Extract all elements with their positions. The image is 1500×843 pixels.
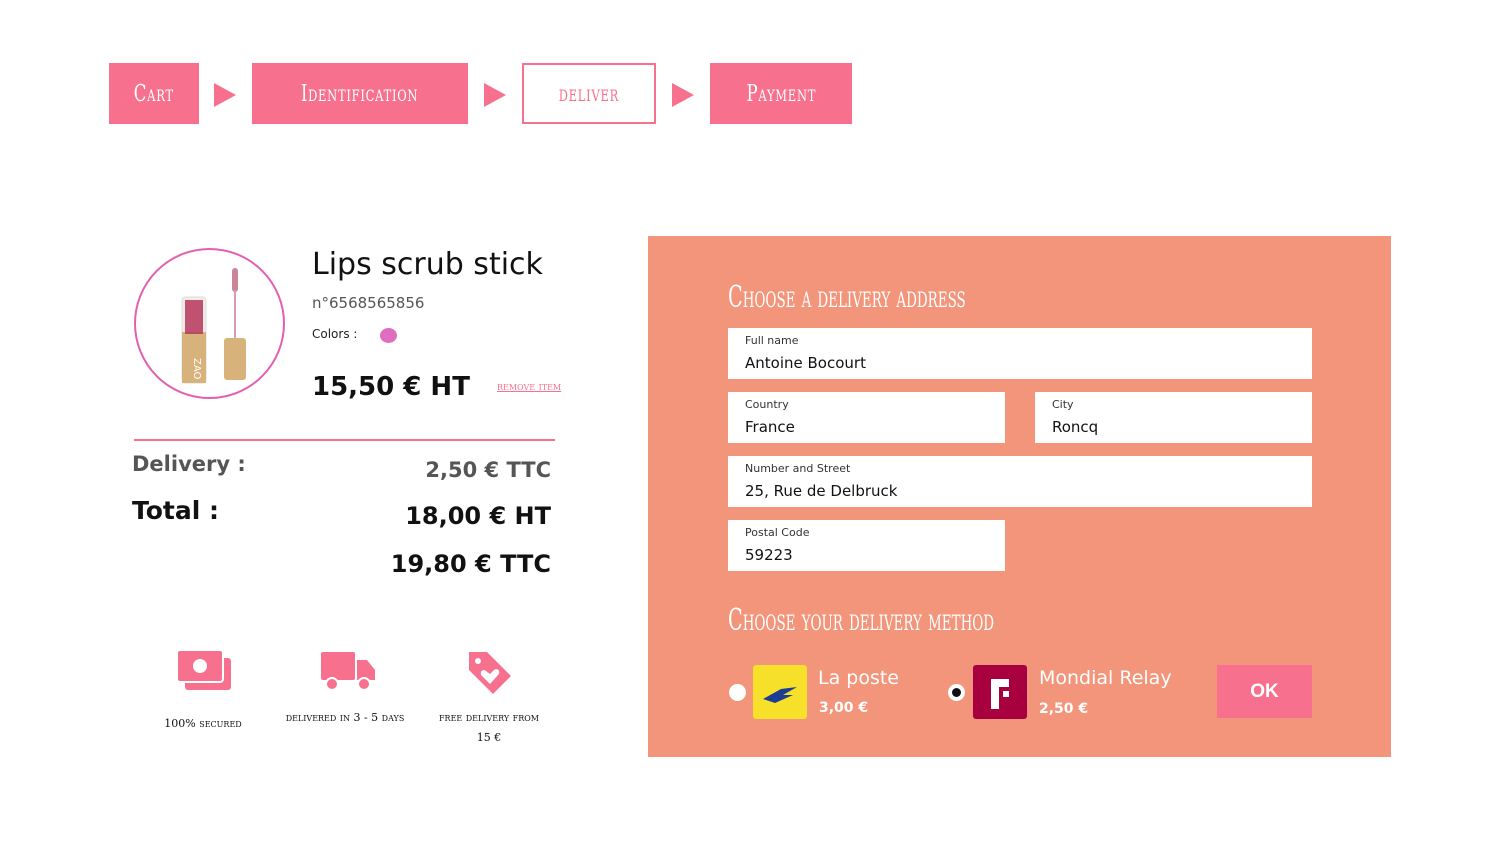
mondial-relay-price: 2,50 € — [1039, 701, 1089, 717]
postal-code-value: 59223 — [745, 546, 793, 564]
full-name-value: Antoine Bocourt — [745, 354, 866, 372]
feature-free-delivery-label: free delivery from 15 € — [439, 711, 539, 744]
ok-button[interactable]: OK — [1217, 665, 1312, 718]
step-deliver[interactable]: deliver — [522, 63, 656, 124]
relay-icon — [991, 679, 1009, 709]
la-poste-radio[interactable] — [729, 684, 746, 701]
step-cart-label: Cart — [133, 80, 175, 107]
product-name: Lips scrub stick — [312, 247, 543, 282]
colors-label: Colors : — [312, 327, 358, 341]
mondial-relay-radio[interactable] — [948, 684, 965, 701]
step-arrow-icon — [672, 83, 694, 107]
feature-delivery-time: delivered in 3 - 5 days — [275, 648, 415, 748]
street-field[interactable]: Number and Street 25, Rue de Delbruck — [728, 456, 1312, 507]
truck-icon — [321, 652, 375, 691]
step-payment-label: Payment — [746, 80, 816, 107]
product-image: ZAO — [134, 248, 285, 399]
postal-code-label: Postal Code — [745, 526, 810, 539]
divider — [134, 439, 555, 441]
city-field[interactable]: City Roncq — [1035, 392, 1312, 443]
step-arrow-icon — [484, 83, 506, 107]
la-poste-price: 3,00 € — [819, 700, 869, 716]
total-ttc: 19,80 € TTC — [390, 550, 551, 578]
country-value: France — [745, 418, 795, 436]
product-price: 15,50 € HT — [312, 372, 470, 402]
order-summary: Delivery : 2,50 € TTC Total : 18,00 € HT… — [132, 448, 551, 588]
la-poste-name: La poste — [818, 667, 899, 689]
full-name-field[interactable]: Full name Antoine Bocourt — [728, 328, 1312, 379]
money-icon — [176, 649, 231, 690]
feature-free-delivery: free delivery from 15 € — [419, 648, 559, 748]
postal-code-field[interactable]: Postal Code 59223 — [728, 520, 1005, 571]
delivery-label: Delivery : — [132, 452, 246, 476]
remove-item-link[interactable]: remove item — [497, 380, 561, 393]
color-swatch[interactable] — [380, 328, 397, 343]
la-poste-logo — [753, 665, 807, 719]
total-ht: 18,00 € HT — [405, 502, 551, 530]
total-label: Total : — [132, 496, 219, 525]
bird-icon — [763, 687, 797, 703]
feature-delivery-time-label: delivered in 3 - 5 days — [285, 711, 405, 724]
step-deliver-label: deliver — [558, 80, 620, 107]
mondial-relay-name: Mondial Relay — [1039, 667, 1172, 689]
address-heading: Choose a delivery address — [728, 280, 966, 315]
full-name-label: Full name — [745, 334, 799, 347]
lipgloss-product-icon: ZAO — [181, 268, 246, 384]
delivery-value: 2,50 € TTC — [425, 458, 551, 482]
city-label: City — [1052, 398, 1074, 411]
step-identification[interactable]: Identification — [252, 63, 468, 124]
mondial-relay-logo — [973, 665, 1027, 719]
step-identification-label: Identification — [301, 80, 419, 107]
feature-secured: 100% secured — [133, 648, 273, 748]
step-cart[interactable]: Cart — [109, 63, 199, 124]
feature-secured-label: 100% secured — [164, 717, 242, 730]
street-label: Number and Street — [745, 462, 851, 475]
tag-heart-icon — [469, 652, 511, 694]
city-value: Roncq — [1052, 418, 1099, 436]
method-heading: Choose your delivery method — [728, 603, 995, 638]
step-arrow-icon — [214, 83, 236, 107]
street-value: 25, Rue de Delbruck — [745, 482, 898, 500]
product-ref: n°6568565856 — [312, 294, 425, 312]
country-field[interactable]: Country France — [728, 392, 1005, 443]
country-label: Country — [745, 398, 789, 411]
step-payment[interactable]: Payment — [710, 63, 852, 124]
svg-text:ZAO: ZAO — [191, 358, 202, 380]
